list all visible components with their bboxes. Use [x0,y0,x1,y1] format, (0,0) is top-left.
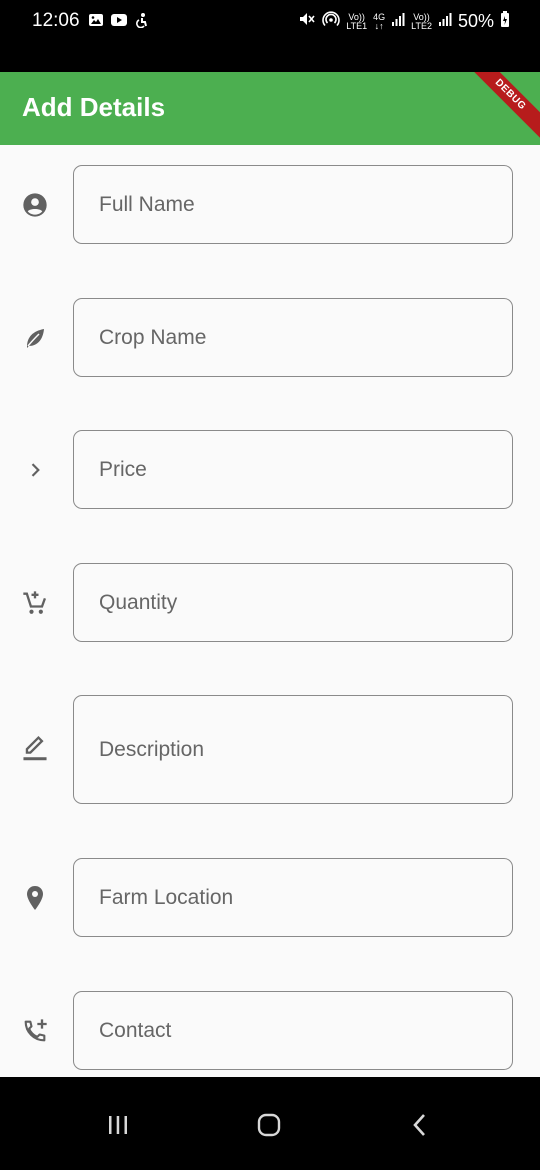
leaf-icon [20,323,50,353]
home-button[interactable] [249,1107,289,1147]
quantity-field[interactable] [73,563,513,642]
account-circle-icon [20,190,50,220]
crop-name-input[interactable] [74,324,512,351]
edit-icon [20,733,50,763]
description-input[interactable] [74,736,512,763]
contact-input[interactable] [74,1017,512,1044]
app-bar: Add Details DEBUG [0,72,540,145]
chevron-right-icon [20,455,50,485]
signal1-icon [391,11,405,32]
hotspot-icon [322,10,340,33]
mute-icon [298,10,316,33]
farm-location-field[interactable] [73,858,513,937]
volte1-icon: Vo)) LTE1 [346,11,368,31]
farm-location-input[interactable] [74,884,512,911]
signal2-icon [438,11,452,32]
accessibility-icon [134,12,150,33]
battery-icon [500,11,510,32]
home-icon [256,1112,282,1143]
back-icon [409,1112,431,1143]
recents-icon [106,1113,130,1142]
system-nav-bar [0,1077,540,1170]
battery-level: 50% [457,11,494,31]
4g-icon: 4G ↓↑ [373,11,386,31]
youtube-icon [110,12,128,33]
back-button[interactable] [400,1107,440,1147]
status-time: 12:06 [32,10,80,31]
add-shopping-cart-icon [20,588,50,618]
add-call-icon [20,1016,50,1046]
form-content [0,145,540,1077]
page-title: Add Details [22,92,166,122]
full-name-field[interactable] [73,165,513,244]
contact-field[interactable] [73,991,513,1070]
description-field[interactable] [73,695,513,804]
crop-name-field[interactable] [73,298,513,377]
recents-button[interactable] [98,1107,138,1147]
location-pin-icon [20,883,50,913]
status-bar: 12:06 Vo)) LTE1 4G ↓↑ Vo)) LTE2 50% [0,0,540,72]
volte2-icon: Vo)) LTE2 [411,11,432,31]
price-field[interactable] [73,430,513,509]
debug-banner: DEBUG [461,72,540,144]
image-icon [88,12,104,33]
full-name-input[interactable] [74,191,512,218]
price-input[interactable] [74,456,512,483]
quantity-input[interactable] [74,589,512,616]
